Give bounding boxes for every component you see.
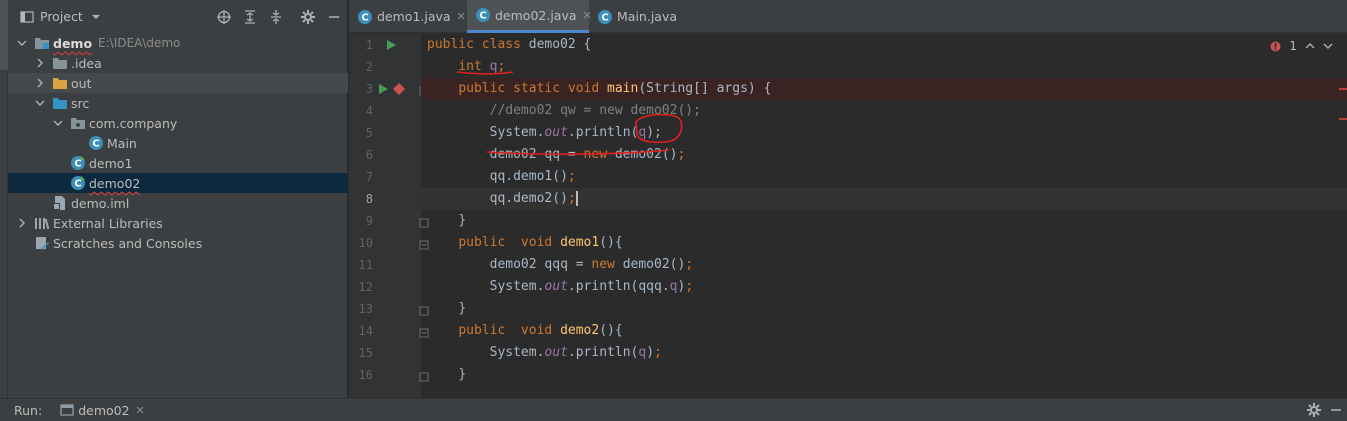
tree-item-demo02[interactable]: C demo02 <box>8 173 348 193</box>
tree-item-demo-iml[interactable]: demo.iml <box>8 193 348 213</box>
close-icon[interactable]: ✕ <box>457 10 466 23</box>
tree-item-demo1[interactable]: C demo1 <box>8 153 348 173</box>
underline-annotation <box>456 71 514 75</box>
gear-icon[interactable] <box>300 9 316 25</box>
tree-item-label: out <box>71 75 92 91</box>
tree-item-external-libraries[interactable]: External Libraries <box>8 213 348 233</box>
minimize-icon[interactable] <box>326 9 342 25</box>
chevron-down-icon <box>91 12 101 22</box>
tree-item-idea[interactable]: .idea <box>8 53 348 73</box>
package-icon <box>70 115 86 131</box>
error-stripe-mark[interactable] <box>1339 118 1347 120</box>
chevron-down-icon <box>52 117 64 129</box>
error-stripe-mark[interactable] <box>1339 88 1347 90</box>
source-folder-icon <box>52 95 68 111</box>
tree-item-label: demo1 <box>89 155 133 171</box>
error-icon <box>1270 41 1281 52</box>
svg-text:C: C <box>74 179 81 190</box>
tab-main-java[interactable]: C Main.java <box>589 0 689 33</box>
project-view-selector[interactable]: Project <box>20 9 101 24</box>
circle-annotation <box>635 113 683 144</box>
run-tab-label: demo02 <box>78 402 130 418</box>
expand-all-icon[interactable] <box>242 9 258 25</box>
run-tool-bar: Run: demo02 ✕ <box>0 398 1347 421</box>
tree-item-label: demo.iml <box>71 195 130 211</box>
tab-label: Main.java <box>617 9 678 24</box>
tree-item-label: demo <box>53 35 93 51</box>
run-tab-demo02[interactable]: demo02 ✕ <box>60 403 145 418</box>
tree-item-main[interactable]: C Main <box>8 133 348 153</box>
chevron-right-icon <box>34 77 46 89</box>
editor-tab-bar: C demo1.java ✕ C demo02.java ✕ C Main.ja… <box>349 0 1347 33</box>
chevron-up-icon[interactable] <box>1305 41 1315 51</box>
project-header: Project <box>8 0 348 33</box>
project-panel: Project demo E:\IDEA\demo .idea out src … <box>8 0 348 398</box>
left-tool-stripe <box>0 0 8 398</box>
java-class-icon: C <box>70 155 86 171</box>
close-icon[interactable]: ✕ <box>136 404 145 417</box>
tree-item-path: E:\IDEA\demo <box>98 36 181 50</box>
chevron-right-icon <box>16 217 28 229</box>
tree-item-label: demo02 <box>89 175 141 191</box>
java-class-icon: C <box>597 9 613 25</box>
tree-item-label: Main <box>107 135 137 151</box>
red-annotations <box>456 71 683 155</box>
tree-item-label: .idea <box>71 55 102 71</box>
underline-annotation <box>486 149 670 155</box>
library-icon <box>34 215 50 231</box>
tree-item-com-company[interactable]: com.company <box>8 113 348 133</box>
java-class-icon: C <box>475 7 491 23</box>
java-class-icon: C <box>70 175 86 191</box>
svg-text:C: C <box>601 12 608 23</box>
java-class-icon: C <box>88 135 104 151</box>
svg-text:C: C <box>92 139 99 150</box>
tree-item-label: src <box>71 95 90 111</box>
run-config-icon <box>60 403 74 417</box>
chevron-down-icon[interactable] <box>1323 41 1333 51</box>
tab-label: demo1.java <box>377 9 451 24</box>
error-count: 1 <box>1289 39 1297 53</box>
excluded-folder-icon <box>52 75 68 91</box>
tree-item-label: Scratches and Consoles <box>53 235 203 251</box>
chevron-down-icon <box>34 97 46 109</box>
folder-icon <box>52 55 68 71</box>
java-class-icon: C <box>357 9 373 25</box>
project-tool-tab[interactable] <box>0 0 8 70</box>
run-label: Run: <box>14 402 43 418</box>
svg-text:C: C <box>479 11 486 22</box>
collapse-all-icon[interactable] <box>268 9 284 25</box>
tree-item-demo[interactable]: demo E:\IDEA\demo <box>8 33 348 53</box>
project-icon <box>20 10 34 24</box>
tree-item-src[interactable]: src <box>8 93 348 113</box>
inspection-widget[interactable]: 1 <box>1270 39 1333 53</box>
svg-text:C: C <box>74 159 81 170</box>
iml-file-icon <box>52 195 68 211</box>
tab-label: demo02.java <box>495 7 577 23</box>
scratches-icon <box>34 235 50 251</box>
minimize-icon[interactable] <box>1328 402 1344 418</box>
project-title: Project <box>40 9 83 24</box>
tab-demo1-java[interactable]: C demo1.java ✕ <box>349 0 467 33</box>
gear-icon[interactable] <box>1306 402 1322 418</box>
locate-icon[interactable] <box>216 9 232 25</box>
tree-item-out[interactable]: out <box>8 73 348 93</box>
chevron-right-icon <box>34 57 46 69</box>
svg-text:C: C <box>361 12 368 23</box>
code-editor[interactable]: 1 2 3 4 5 6 7 8 9 10 11 12 13 14 15 16 p… <box>349 34 1347 398</box>
tree-item-scratches[interactable]: Scratches and Consoles <box>8 233 348 253</box>
module-folder-icon <box>34 35 50 51</box>
chevron-down-icon <box>16 37 28 49</box>
tree-item-label: com.company <box>89 115 178 131</box>
tree-item-label: External Libraries <box>53 215 163 231</box>
tab-demo02-java[interactable]: C demo02.java ✕ <box>467 0 592 33</box>
